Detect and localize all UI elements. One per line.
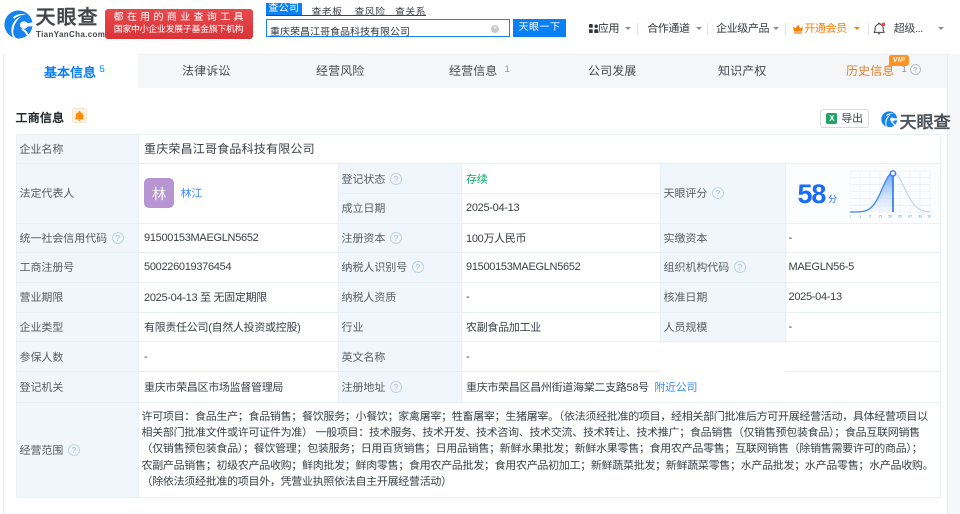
svg-text:1: 1 — [859, 214, 862, 218]
svg-text:0: 0 — [850, 214, 852, 218]
svg-text:5: 5 — [869, 214, 872, 218]
svg-text:50: 50 — [888, 214, 893, 218]
svg-text:65: 65 — [898, 214, 903, 218]
svg-text:87: 87 — [908, 214, 913, 218]
svg-text:15: 15 — [878, 214, 883, 218]
svg-text:100: 100 — [927, 214, 931, 218]
svg-text:99: 99 — [918, 214, 923, 218]
